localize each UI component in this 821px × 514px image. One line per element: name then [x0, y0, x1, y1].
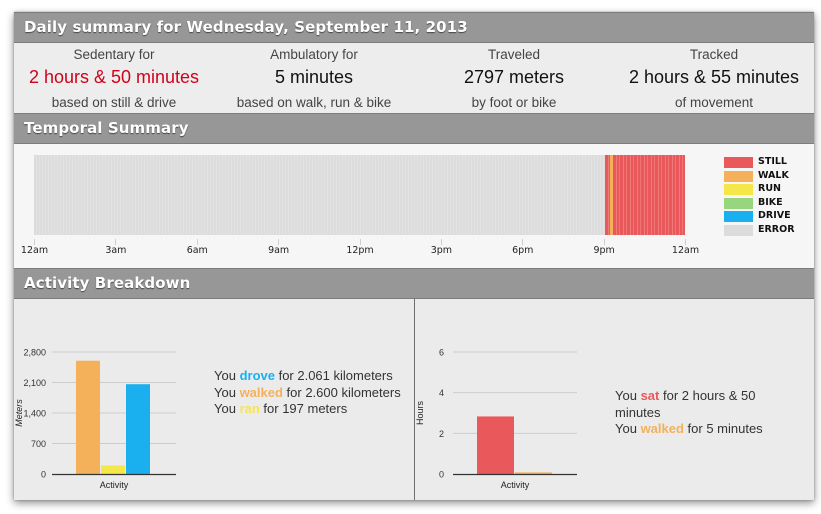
daily-summary-window: Daily summary for Wednesday, September 1… [14, 12, 814, 500]
distance-chart: 0 700 1,400 2,100 2,800 Activity Meters [14, 299, 214, 500]
stat-subtext: based on walk, run & bike [236, 95, 392, 110]
daily-summary-title: Daily summary for Wednesday, September 1… [24, 18, 468, 36]
legend-swatch [724, 170, 753, 182]
y-tick-label: 2 [439, 429, 444, 439]
daily-summary-header: Daily summary for Wednesday, September 1… [14, 12, 814, 43]
time-line: You walked for 5 minutes [615, 421, 800, 438]
bar-still [477, 416, 514, 474]
x-axis-label: Activity [501, 480, 530, 490]
timeline-tick-label: 3am [105, 245, 127, 256]
stat-value: 2797 meters [463, 67, 565, 87]
y-tick-label: 0 [41, 470, 46, 480]
activity-keyword: walked [640, 421, 684, 436]
bar-walk [515, 472, 552, 474]
y-axis-label: Hours [415, 401, 425, 426]
desc-text: for 2.600 kilometers [282, 384, 401, 400]
stat-label: Ambulatory for [270, 47, 358, 62]
activity-keyword: walked [239, 384, 283, 400]
legend-swatch [724, 224, 753, 236]
timeline-tick-label: 3pm [430, 245, 453, 256]
distance-description: You drove for 2.061 kilometers You walked… [214, 368, 414, 418]
y-tick-label: 4 [439, 388, 444, 398]
distance-line: You walked for 2.600 kilometers [214, 385, 414, 402]
timeline-tick-label: 9pm [593, 245, 615, 256]
desc-text: You [214, 384, 240, 400]
timeline-tick-label: 12am [20, 245, 49, 256]
stat-subtext: based on still & drive [51, 95, 177, 110]
distance-line: You ran for 197 meters [214, 401, 414, 418]
legend-swatch [724, 157, 753, 168]
activity-keyword: ran [239, 401, 260, 416]
timeline-tick-label: 9am [268, 245, 290, 256]
bar-run [101, 465, 125, 474]
y-tick-label: 2,100 [23, 378, 46, 388]
distance-chart-svg: 0 700 1,400 2,100 2,800 Activity Meters [14, 348, 176, 490]
y-tick-label: 6 [439, 348, 444, 358]
desc-text: You [615, 388, 641, 403]
stat-value: 2 hours & 50 minutes [28, 67, 200, 87]
stat-subtext: by foot or bike [471, 95, 557, 110]
desc-text: You [214, 368, 240, 383]
activity-keyword: sat [640, 388, 660, 403]
desc-text: for 5 minutes [683, 421, 763, 436]
temporal-summary-title: Temporal Summary [24, 119, 189, 137]
desc-text: You [615, 421, 641, 436]
stat-value: 5 minutes [274, 67, 354, 87]
time-description: You sat for 2 hours & 50 minutes You walk… [615, 388, 800, 438]
stat-value: 2 hours & 55 minutes [628, 67, 800, 87]
y-tick-label: 0 [439, 470, 444, 480]
activity-keyword: drove [239, 368, 275, 383]
legend-swatch [724, 197, 753, 209]
bar-drive [126, 384, 150, 474]
legend-label: STILL [758, 156, 787, 167]
stat-label: Tracked [689, 47, 739, 62]
activity-breakdown-title: Activity Breakdown [24, 274, 191, 292]
distance-line: You drove for 2.061 kilometers [214, 368, 414, 385]
timeline-tick-label: 6am [186, 245, 208, 256]
y-axis-label: Meters [14, 399, 24, 427]
stat-label: Sedentary for [73, 47, 155, 62]
legend-label: WALK [758, 169, 789, 181]
timeline-tick-label: 12pm [346, 245, 374, 256]
timeline-tick-label: 12am [671, 245, 700, 256]
y-tick-label: 2,800 [23, 348, 46, 358]
legend-swatch [724, 184, 753, 195]
time-chart-svg: 0 2 4 6 Activity Hours [415, 348, 577, 490]
y-tick-label: 1,400 [23, 409, 46, 419]
legend-swatch [724, 211, 753, 222]
legend-label: RUN [758, 183, 781, 194]
y-tick-label: 700 [31, 439, 46, 449]
temporal-summary-header: Temporal Summary [14, 113, 814, 144]
activity-timeline [34, 155, 685, 235]
legend-label: BIKE [758, 196, 783, 208]
time-line: You sat for 2 hours & 50 minutes [615, 388, 800, 421]
desc-text: You [214, 401, 240, 416]
temporal-summary-panel: 12am 3am 6am 9am 12pm 3pm 6pm 9pm 12am STILL WALK… [14, 144, 814, 268]
desc-text: for 197 meters [259, 401, 348, 416]
activity-breakdown-header: Activity Breakdown [14, 268, 814, 299]
time-chart: 0 2 4 6 Activity Hours [415, 299, 615, 500]
timeline-segment-still [612, 155, 685, 235]
stat-label: Traveled [487, 47, 541, 62]
x-axis-label: Activity [100, 480, 129, 490]
legend-label: DRIVE [758, 210, 791, 221]
summary-stats: Sedentary for 2 hours & 50 minutes based… [14, 43, 814, 113]
activity-breakdown-panel: 0 700 1,400 2,100 2,800 Activity Meters You dr… [14, 299, 814, 500]
stat-subtext: of movement [674, 95, 754, 110]
desc-text: for 2.061 kilometers [274, 368, 393, 383]
bar-walk [76, 360, 100, 474]
legend-label: ERROR [758, 223, 795, 235]
timeline-tick-label: 6pm [512, 245, 534, 256]
